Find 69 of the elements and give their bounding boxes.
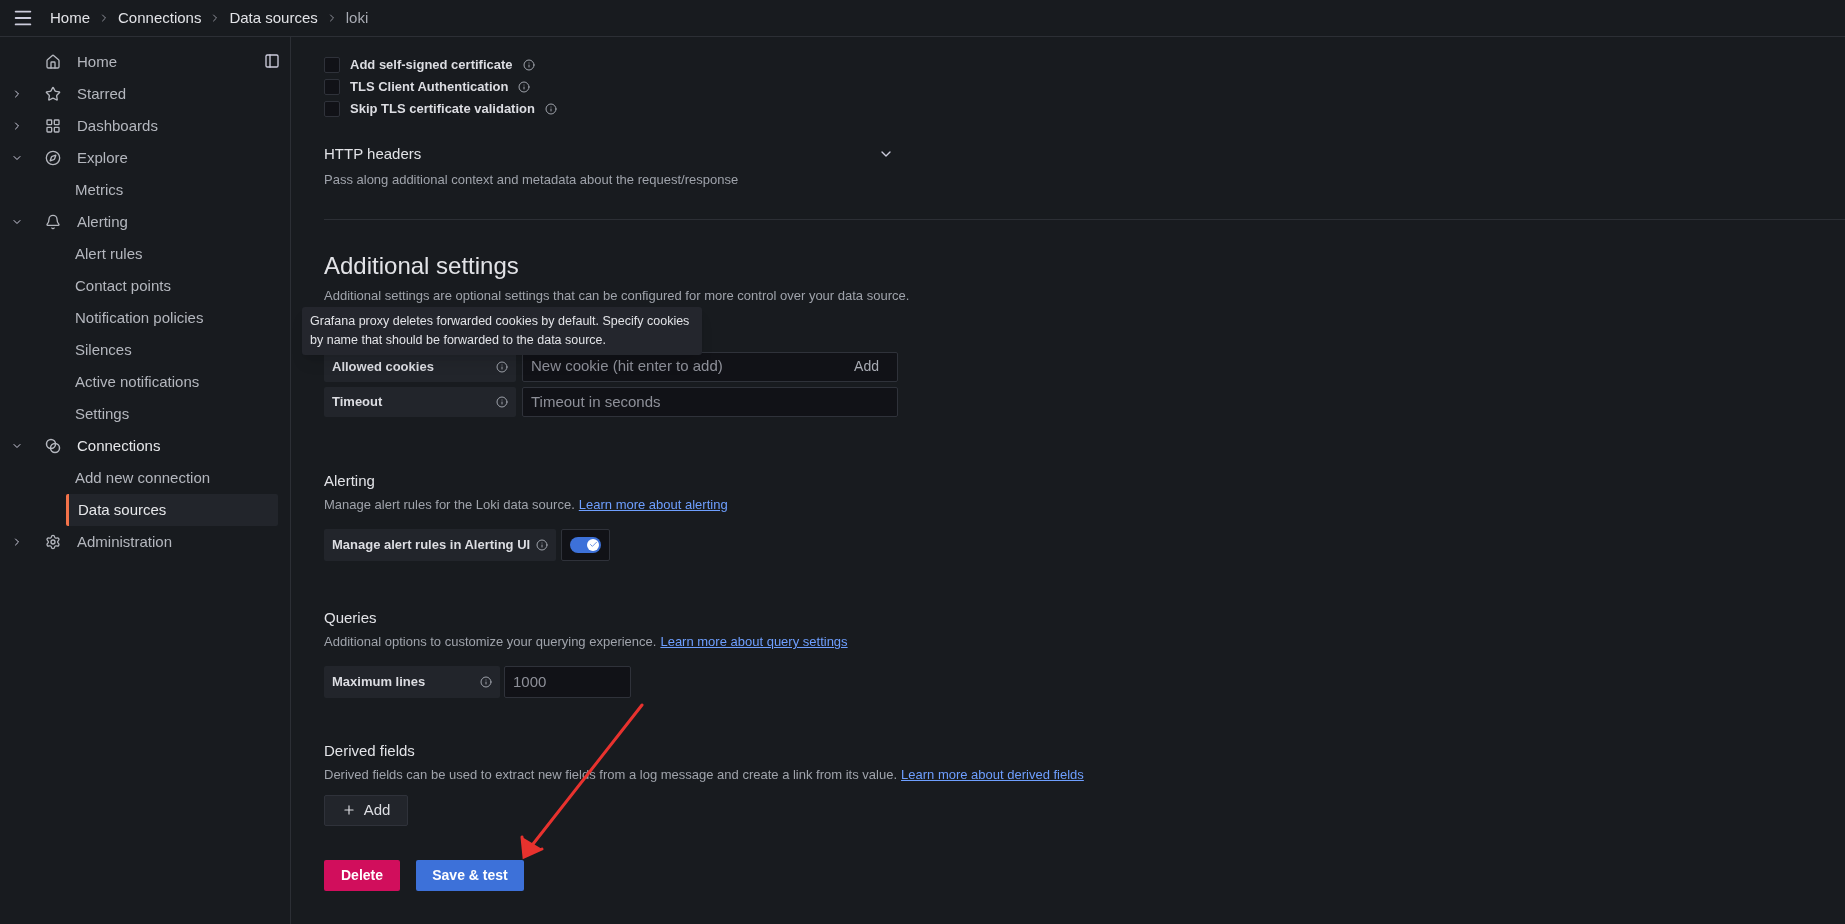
save-test-button[interactable]: Save & test: [416, 859, 524, 891]
nav-item[interactable]: Home: [75, 50, 119, 74]
input-field[interactable]: 1000: [504, 665, 631, 698]
section-title: Queries: [324, 607, 378, 628]
info-icon: [536, 538, 548, 551]
plus-icon: [341, 803, 356, 817]
nav-item[interactable]: Explore: [75, 146, 130, 170]
info-icon: [480, 675, 492, 688]
section-description: Manage alert rules for the Loki data source. Learn more about alerting: [324, 496, 729, 514]
label-text: Allowed cookies: [332, 357, 434, 376]
toggle-switch[interactable]: [570, 536, 601, 553]
add-action[interactable]: Add: [854, 356, 879, 377]
nav-item[interactable]: Starred: [75, 82, 129, 106]
section-title: Derived fields: [324, 740, 416, 761]
nav-subitem[interactable]: Active notifications: [66, 366, 278, 398]
info-icon: [522, 58, 535, 71]
connections-icon: [45, 438, 61, 454]
info-icon: [496, 395, 508, 408]
grid-icon: [45, 118, 61, 134]
input-field[interactable]: Timeout in seconds: [522, 386, 898, 417]
nav-item[interactable]: Administration: [75, 530, 175, 554]
nav-subitem[interactable]: Metrics: [66, 174, 278, 206]
breadcrumb-link[interactable]: Connections: [118, 6, 202, 30]
checkbox-label: Add self-signed certificate: [350, 55, 513, 74]
section-title: Alerting: [324, 470, 376, 491]
learn-more-link[interactable]: Learn more about derived fields: [901, 767, 1084, 782]
nav-item[interactable]: Alerting: [75, 210, 130, 234]
label-text: Timeout: [332, 392, 383, 411]
section-description: Additional options to customize your querying experience. Learn more about query settings: [324, 633, 849, 651]
checkbox-label: TLS Client Authentication: [350, 77, 509, 96]
nav-subitem[interactable]: Add new connection: [66, 462, 278, 494]
nav-subitem[interactable]: Notification policies: [66, 302, 278, 334]
info-icon: [544, 102, 557, 115]
tag-input[interactable]: New cookie (hit enter to add) Add: [522, 351, 898, 382]
label-text: Maximum lines: [332, 672, 426, 691]
nav-subitem[interactable]: Data sources: [66, 494, 278, 526]
section-heading: Additional settings: [324, 251, 520, 281]
star-icon: [45, 86, 61, 102]
checkbox[interactable]: [324, 78, 340, 95]
checkbox[interactable]: [324, 56, 340, 73]
delete-button[interactable]: Delete: [324, 859, 400, 891]
learn-more-link[interactable]: Learn more about alerting: [578, 497, 728, 512]
checkbox[interactable]: [324, 100, 340, 117]
nav-subitem[interactable]: Contact points: [66, 270, 278, 302]
compass-icon: [45, 150, 61, 166]
label-text: Manage alert rules in Alerting UI: [332, 535, 531, 554]
settings-icon: [45, 534, 61, 550]
breadcrumb-link[interactable]: Data sources: [229, 6, 318, 30]
breadcrumb-link[interactable]: Home: [50, 6, 90, 30]
nav-subitem[interactable]: Settings: [66, 398, 278, 430]
nav-item[interactable]: Dashboards: [75, 114, 160, 138]
breadcrumb-link[interactable]: loki: [345, 6, 369, 30]
nav-item[interactable]: Connections: [75, 434, 163, 458]
text-input[interactable]: New cookie (hit enter to add): [531, 355, 855, 378]
bell-icon: [45, 214, 61, 230]
dock-menu-button[interactable]: [264, 53, 280, 69]
info-icon: [518, 80, 531, 93]
info-icon: [496, 360, 508, 373]
home-icon: [45, 54, 61, 70]
section-description: Pass along additional context and metadata about the request/response: [324, 170, 740, 189]
checkbox-label: Skip TLS certificate validation: [350, 99, 535, 118]
section-description: Additional settings are optional settings that can be configured for more control over your data source.: [324, 287, 911, 305]
section-title: HTTP headers: [324, 144, 422, 164]
nav-subitem[interactable]: Silences: [66, 334, 278, 366]
learn-more-link[interactable]: Learn more about query settings: [660, 634, 848, 649]
nav-subitem[interactable]: Alert rules: [66, 238, 278, 270]
check-icon: [588, 540, 598, 549]
add-button[interactable]: Add: [324, 794, 408, 826]
tooltip: Grafana proxy deletes forwarded cookies by default. Specify cookies by name that should be forwarded to the data source.: [302, 306, 702, 355]
